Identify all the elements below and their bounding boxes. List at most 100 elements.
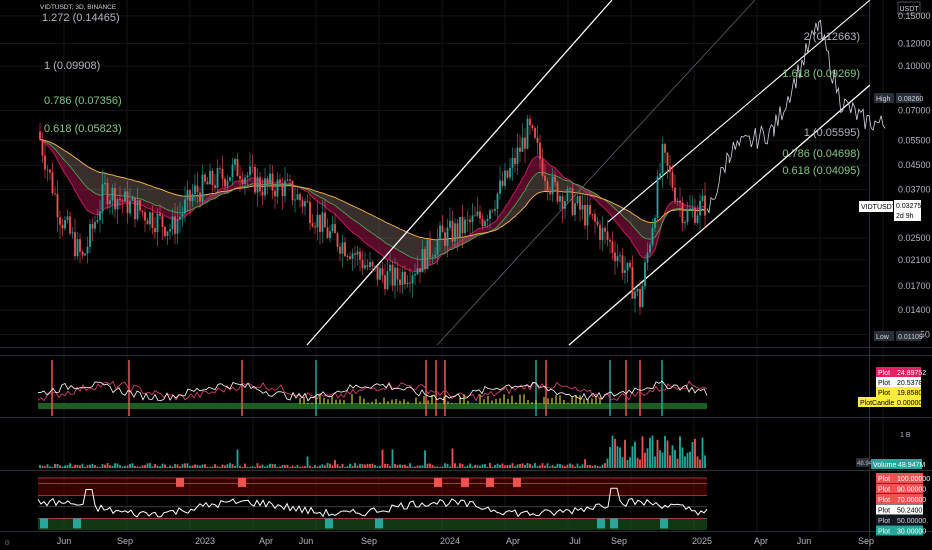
volume-bar xyxy=(419,465,421,468)
rsi-signal-red xyxy=(434,477,442,487)
volume-bar xyxy=(346,466,349,468)
rsi-tag-value: 90.00000 xyxy=(897,487,926,494)
volume-bar xyxy=(181,463,184,468)
candle-body xyxy=(159,213,161,216)
candle-body xyxy=(276,179,279,197)
candle-body xyxy=(49,169,51,173)
fib-left-1: 1 (0.09908) xyxy=(44,60,100,72)
volume-bar xyxy=(414,466,416,468)
candle-body xyxy=(699,200,701,216)
candle-body xyxy=(116,199,119,210)
volume-bar xyxy=(114,463,116,468)
candle-body xyxy=(324,212,326,228)
volume-bar xyxy=(366,463,369,468)
candle-body xyxy=(346,256,349,257)
volume-bar xyxy=(656,439,659,468)
settings-icon: ⚙ xyxy=(4,539,10,547)
volume-bar xyxy=(569,463,571,468)
volume-bar xyxy=(511,463,514,468)
volume-bar xyxy=(234,465,236,468)
candle-body xyxy=(279,179,281,184)
volume-bar xyxy=(201,464,204,468)
candle-body xyxy=(64,220,66,229)
svg-text:2d 9h: 2d 9h xyxy=(896,213,914,220)
volume-bar xyxy=(169,465,171,468)
rsi-signal-red xyxy=(513,477,521,487)
volume-bar xyxy=(696,456,699,468)
candle-body xyxy=(221,168,224,179)
candle-body xyxy=(344,242,346,257)
volume-bar xyxy=(619,447,621,468)
candle-body xyxy=(491,210,494,212)
chart-canvas[interactable]: 1.272 (0.14465) 1 (0.09908) 0.786 (0.073… xyxy=(0,0,932,550)
volume-bar xyxy=(204,464,206,468)
volume-bar xyxy=(244,463,246,468)
osc-tag-name: Plot xyxy=(878,380,890,387)
candle-body xyxy=(134,197,136,220)
volume-bar xyxy=(601,464,604,468)
volume-bar xyxy=(549,466,551,468)
volume-bar xyxy=(51,466,54,468)
time-tick: Apr xyxy=(754,536,768,546)
rsi-tag-value: 50.24001 xyxy=(897,508,926,515)
candle-body xyxy=(261,191,264,196)
candle-body xyxy=(514,157,516,165)
candle-body xyxy=(599,224,601,240)
volume-bar xyxy=(224,465,226,468)
candle-body xyxy=(586,205,589,226)
candle-body xyxy=(646,252,649,263)
volume-bar xyxy=(221,464,224,468)
candle-body xyxy=(219,168,221,169)
volume-bar xyxy=(456,466,459,468)
candle-body xyxy=(446,227,449,246)
price-tick: 0.01400 xyxy=(898,305,931,315)
volume-bar xyxy=(101,464,104,468)
volume-bar xyxy=(179,466,181,468)
time-tick: Sep xyxy=(361,536,377,546)
candle-body xyxy=(86,246,89,254)
candle-body xyxy=(284,180,286,196)
candle-body xyxy=(256,177,259,193)
volume-bar xyxy=(349,463,351,468)
volume-bar xyxy=(196,464,199,468)
volume-bar xyxy=(259,465,261,468)
volume-bar xyxy=(109,465,111,468)
volume-bar xyxy=(636,457,639,468)
candle-body xyxy=(671,172,674,188)
rsi-signal-green xyxy=(40,518,48,529)
volume-bar xyxy=(194,464,196,468)
candle-body xyxy=(239,176,241,180)
volume-bar xyxy=(301,466,304,468)
candle-body xyxy=(79,239,81,252)
candle-body xyxy=(616,256,619,262)
volume-bar xyxy=(69,463,71,468)
price-tick: 0.02100 xyxy=(898,255,931,265)
volume-bar xyxy=(354,463,356,468)
volume-bar xyxy=(559,463,561,468)
candle-body xyxy=(524,137,526,149)
volume-bar xyxy=(399,464,401,468)
volume-bar xyxy=(159,466,161,468)
osc-tag-value: 24.89752 xyxy=(897,370,926,377)
candle-body xyxy=(369,261,371,267)
osc-tag-value: 0.00000 xyxy=(897,400,922,407)
volume-bar xyxy=(116,463,119,468)
candle-body xyxy=(304,201,306,207)
volume-bar xyxy=(156,465,159,468)
candle-body xyxy=(94,222,96,229)
candle-body xyxy=(664,144,666,153)
volume-bar xyxy=(431,464,434,468)
fib-right-2: 2 (0.12663) xyxy=(804,31,860,43)
volume-bar xyxy=(184,463,186,468)
volume-bar xyxy=(249,466,251,468)
candle-body xyxy=(676,200,679,202)
candle-body xyxy=(171,216,174,230)
volume-bar xyxy=(486,466,489,468)
candle-body xyxy=(294,199,296,201)
volume-bar xyxy=(654,456,656,468)
volume-bar xyxy=(406,466,409,468)
volume-bar xyxy=(49,466,51,468)
volume-bar xyxy=(209,466,211,468)
volume-bar xyxy=(591,465,594,468)
volume-bar xyxy=(589,465,591,468)
